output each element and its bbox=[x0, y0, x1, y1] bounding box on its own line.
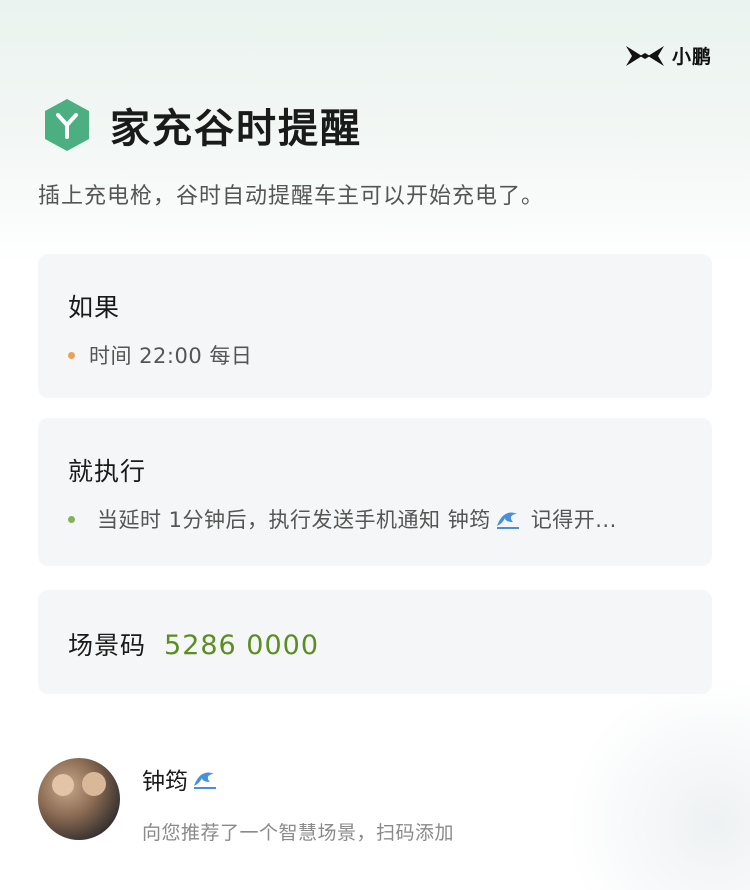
scene-code-value: 5286 0000 bbox=[164, 630, 320, 661]
wave-emoji-icon bbox=[496, 512, 519, 529]
green-dot-icon bbox=[68, 515, 75, 523]
sharer-message: 向您推荐了一个智慧场景，扫码添加 bbox=[142, 822, 455, 844]
sharer-name: 钟筠 bbox=[142, 769, 188, 795]
action-item: 当延时 1分钟后，执行发送手机通知 钟筠 记得开... bbox=[68, 504, 617, 534]
sharer-section: 钟筠 向您推荐了一个智慧场景，扫码添加 bbox=[38, 758, 454, 845]
brand-name: 小鹏 bbox=[671, 46, 712, 68]
xpeng-logo-icon bbox=[625, 45, 664, 66]
scene-code-label: 场景码 bbox=[68, 631, 147, 660]
condition-item-text: 时间 22:00 每日 bbox=[89, 344, 253, 368]
orange-dot-icon bbox=[68, 351, 75, 359]
hexagon-y-icon bbox=[45, 99, 89, 151]
sharer-text: 钟筠 向您推荐了一个智慧场景，扫码添加 bbox=[142, 758, 454, 845]
page-title: 家充谷时提醒 bbox=[110, 106, 362, 152]
title-row: 家充谷时提醒 bbox=[42, 96, 362, 154]
page-subtitle: 插上充电枪，谷时自动提醒车主可以开始充电了。 bbox=[38, 184, 545, 209]
wave-emoji-icon bbox=[194, 772, 216, 789]
scene-code-row: 场景码 5286 0000 bbox=[68, 626, 319, 662]
action-heading: 就执行 bbox=[68, 457, 147, 486]
background-glow bbox=[570, 670, 750, 890]
avatar bbox=[38, 758, 120, 840]
action-card: 就执行 当延时 1分钟后，执行发送手机通知 钟筠 记得开... bbox=[38, 418, 712, 566]
action-item-text: 当延时 1分钟后，执行发送手机通知 钟筠 bbox=[97, 508, 491, 532]
condition-heading: 如果 bbox=[68, 293, 121, 322]
brand-header: 小鹏 bbox=[624, 42, 712, 69]
scene-code-card: 场景码 5286 0000 bbox=[38, 590, 712, 694]
action-item-suffix: 记得开... bbox=[530, 508, 617, 532]
condition-card: 如果 时间 22:00 每日 bbox=[38, 254, 712, 398]
condition-item: 时间 22:00 每日 bbox=[68, 340, 252, 370]
sharer-name-row: 钟筠 bbox=[142, 762, 454, 796]
